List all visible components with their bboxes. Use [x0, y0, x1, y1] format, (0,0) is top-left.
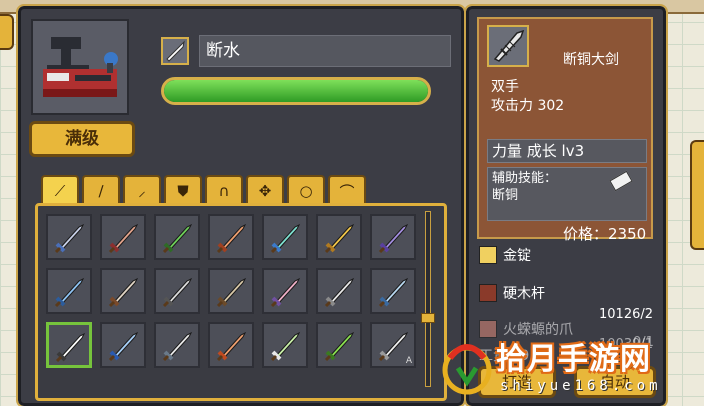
sword-icon	[324, 277, 355, 308]
weapon-slot[interactable]	[46, 214, 92, 260]
sword-icon	[108, 223, 139, 254]
detail-item-name: 断铜大剑	[563, 52, 619, 68]
weapon-slot[interactable]	[262, 214, 308, 260]
sword-icon	[55, 332, 86, 363]
sword-icon	[324, 223, 355, 254]
left-side-tab[interactable]	[0, 14, 14, 50]
weapon-slot[interactable]	[154, 214, 200, 260]
gold-ingot-icon	[479, 246, 497, 264]
armor-icon: ✥	[258, 182, 272, 200]
weapon-slot[interactable]	[208, 214, 254, 260]
sword-icon: ⟋	[54, 182, 66, 200]
tab-shield[interactable]: ⛊	[164, 175, 202, 205]
sword-icon	[270, 277, 301, 308]
weapon-slot[interactable]	[46, 268, 92, 314]
item-detail-card: 断铜大剑 双手 攻击力 302 力量 成长 lv3 辅助技能： 断铜 价格：23…	[477, 17, 653, 243]
sword-icon	[270, 223, 301, 254]
anvil-icon	[43, 37, 118, 97]
durability-bar-fill	[164, 80, 428, 102]
sword-icon	[108, 331, 139, 362]
tab-sword[interactable]: ⟋	[41, 175, 79, 205]
material-row: 硬木杆	[479, 283, 545, 303]
weapon-slot[interactable]	[370, 214, 416, 260]
growth-stat: 力量 成长 lv3	[487, 139, 647, 163]
detail-weapon-type: 双手	[491, 79, 519, 95]
material-row: 金锭	[479, 245, 531, 265]
weapon-slot[interactable]	[100, 322, 146, 368]
weapon-slot[interactable]	[262, 322, 308, 368]
hardwood-rod-icon	[479, 284, 497, 302]
detail-attack: 攻击力 302	[491, 98, 565, 114]
weapon-slot[interactable]	[262, 268, 308, 314]
item-name-field[interactable]: 断水	[199, 35, 451, 67]
material-count: 10126/2	[599, 307, 654, 322]
weapon-type-icon	[161, 37, 189, 65]
slot-tag: A	[405, 356, 412, 366]
sword-icon	[270, 331, 301, 362]
sword-icon	[378, 223, 409, 254]
material-name: 金锭	[503, 248, 531, 264]
sword-icon	[162, 331, 193, 362]
skill-value: 断铜	[492, 188, 519, 203]
site-watermark: 拾月手游网 shiyue168.com	[440, 330, 704, 406]
forge-panel: 满级 断水 ⟋ ∕ ⸝ ⛊ ∩ ✥ ○ ⌒ A	[16, 4, 466, 406]
greatsword-icon	[487, 25, 529, 67]
weapon-slot[interactable]	[154, 322, 200, 368]
sword-icon	[324, 331, 355, 362]
ring-icon: ○	[299, 182, 313, 200]
tab-helmet[interactable]: ∩	[205, 175, 243, 205]
grid-scroll-thumb[interactable]	[421, 313, 435, 323]
weapon-slot[interactable]	[100, 214, 146, 260]
tab-bow[interactable]: ⌒	[328, 175, 366, 205]
durability-bar	[161, 77, 431, 105]
sword-icon	[54, 223, 85, 254]
material-name: 硬木杆	[503, 286, 545, 302]
item-preview	[31, 19, 129, 115]
weapon-slot[interactable]	[316, 214, 362, 260]
tab-axe[interactable]: ⸝	[123, 175, 161, 205]
weapon-slot[interactable]	[46, 322, 92, 368]
shield-icon: ⛊	[177, 182, 189, 200]
tab-ring[interactable]: ○	[287, 175, 325, 205]
sword-icon	[162, 223, 193, 254]
watermark-logo-icon	[442, 344, 492, 395]
max-level-button[interactable]: 满级	[29, 121, 135, 157]
watermark-url: shiyue168.com	[500, 378, 662, 394]
weapon-slot[interactable]	[208, 268, 254, 314]
sword-icon	[108, 277, 139, 308]
tab-staff[interactable]: ∕	[82, 175, 120, 205]
grid-scrollbar[interactable]	[425, 211, 431, 387]
sword-icon	[54, 277, 85, 308]
weapon-slot[interactable]	[100, 268, 146, 314]
item-price: 价格：2350	[563, 225, 647, 243]
tab-armor[interactable]: ✥	[246, 175, 284, 205]
weapon-slot[interactable]	[154, 268, 200, 314]
watermark-text: 拾月手游网	[496, 342, 651, 377]
sword-icon	[378, 277, 409, 308]
weapon-grid-frame: A	[35, 203, 447, 401]
sword-icon	[216, 277, 247, 308]
weapon-slot[interactable]	[208, 322, 254, 368]
weapon-slot[interactable]	[316, 268, 362, 314]
axe-icon: ⸝	[138, 182, 146, 200]
bow-icon: ⌒	[339, 182, 355, 201]
category-tabs: ⟋ ∕ ⸝ ⛊ ∩ ✥ ○ ⌒	[41, 175, 366, 205]
staff-icon: ∕	[98, 182, 104, 200]
weapon-slot[interactable]: A	[370, 322, 416, 368]
sword-icon	[216, 223, 247, 254]
weapon-slot[interactable]	[316, 322, 362, 368]
helmet-icon: ∩	[218, 182, 230, 200]
weapon-slot[interactable]	[370, 268, 416, 314]
weapon-grid: A	[46, 214, 416, 368]
right-side-tab[interactable]	[690, 140, 704, 250]
sword-icon	[162, 277, 193, 308]
sword-icon	[216, 331, 247, 362]
